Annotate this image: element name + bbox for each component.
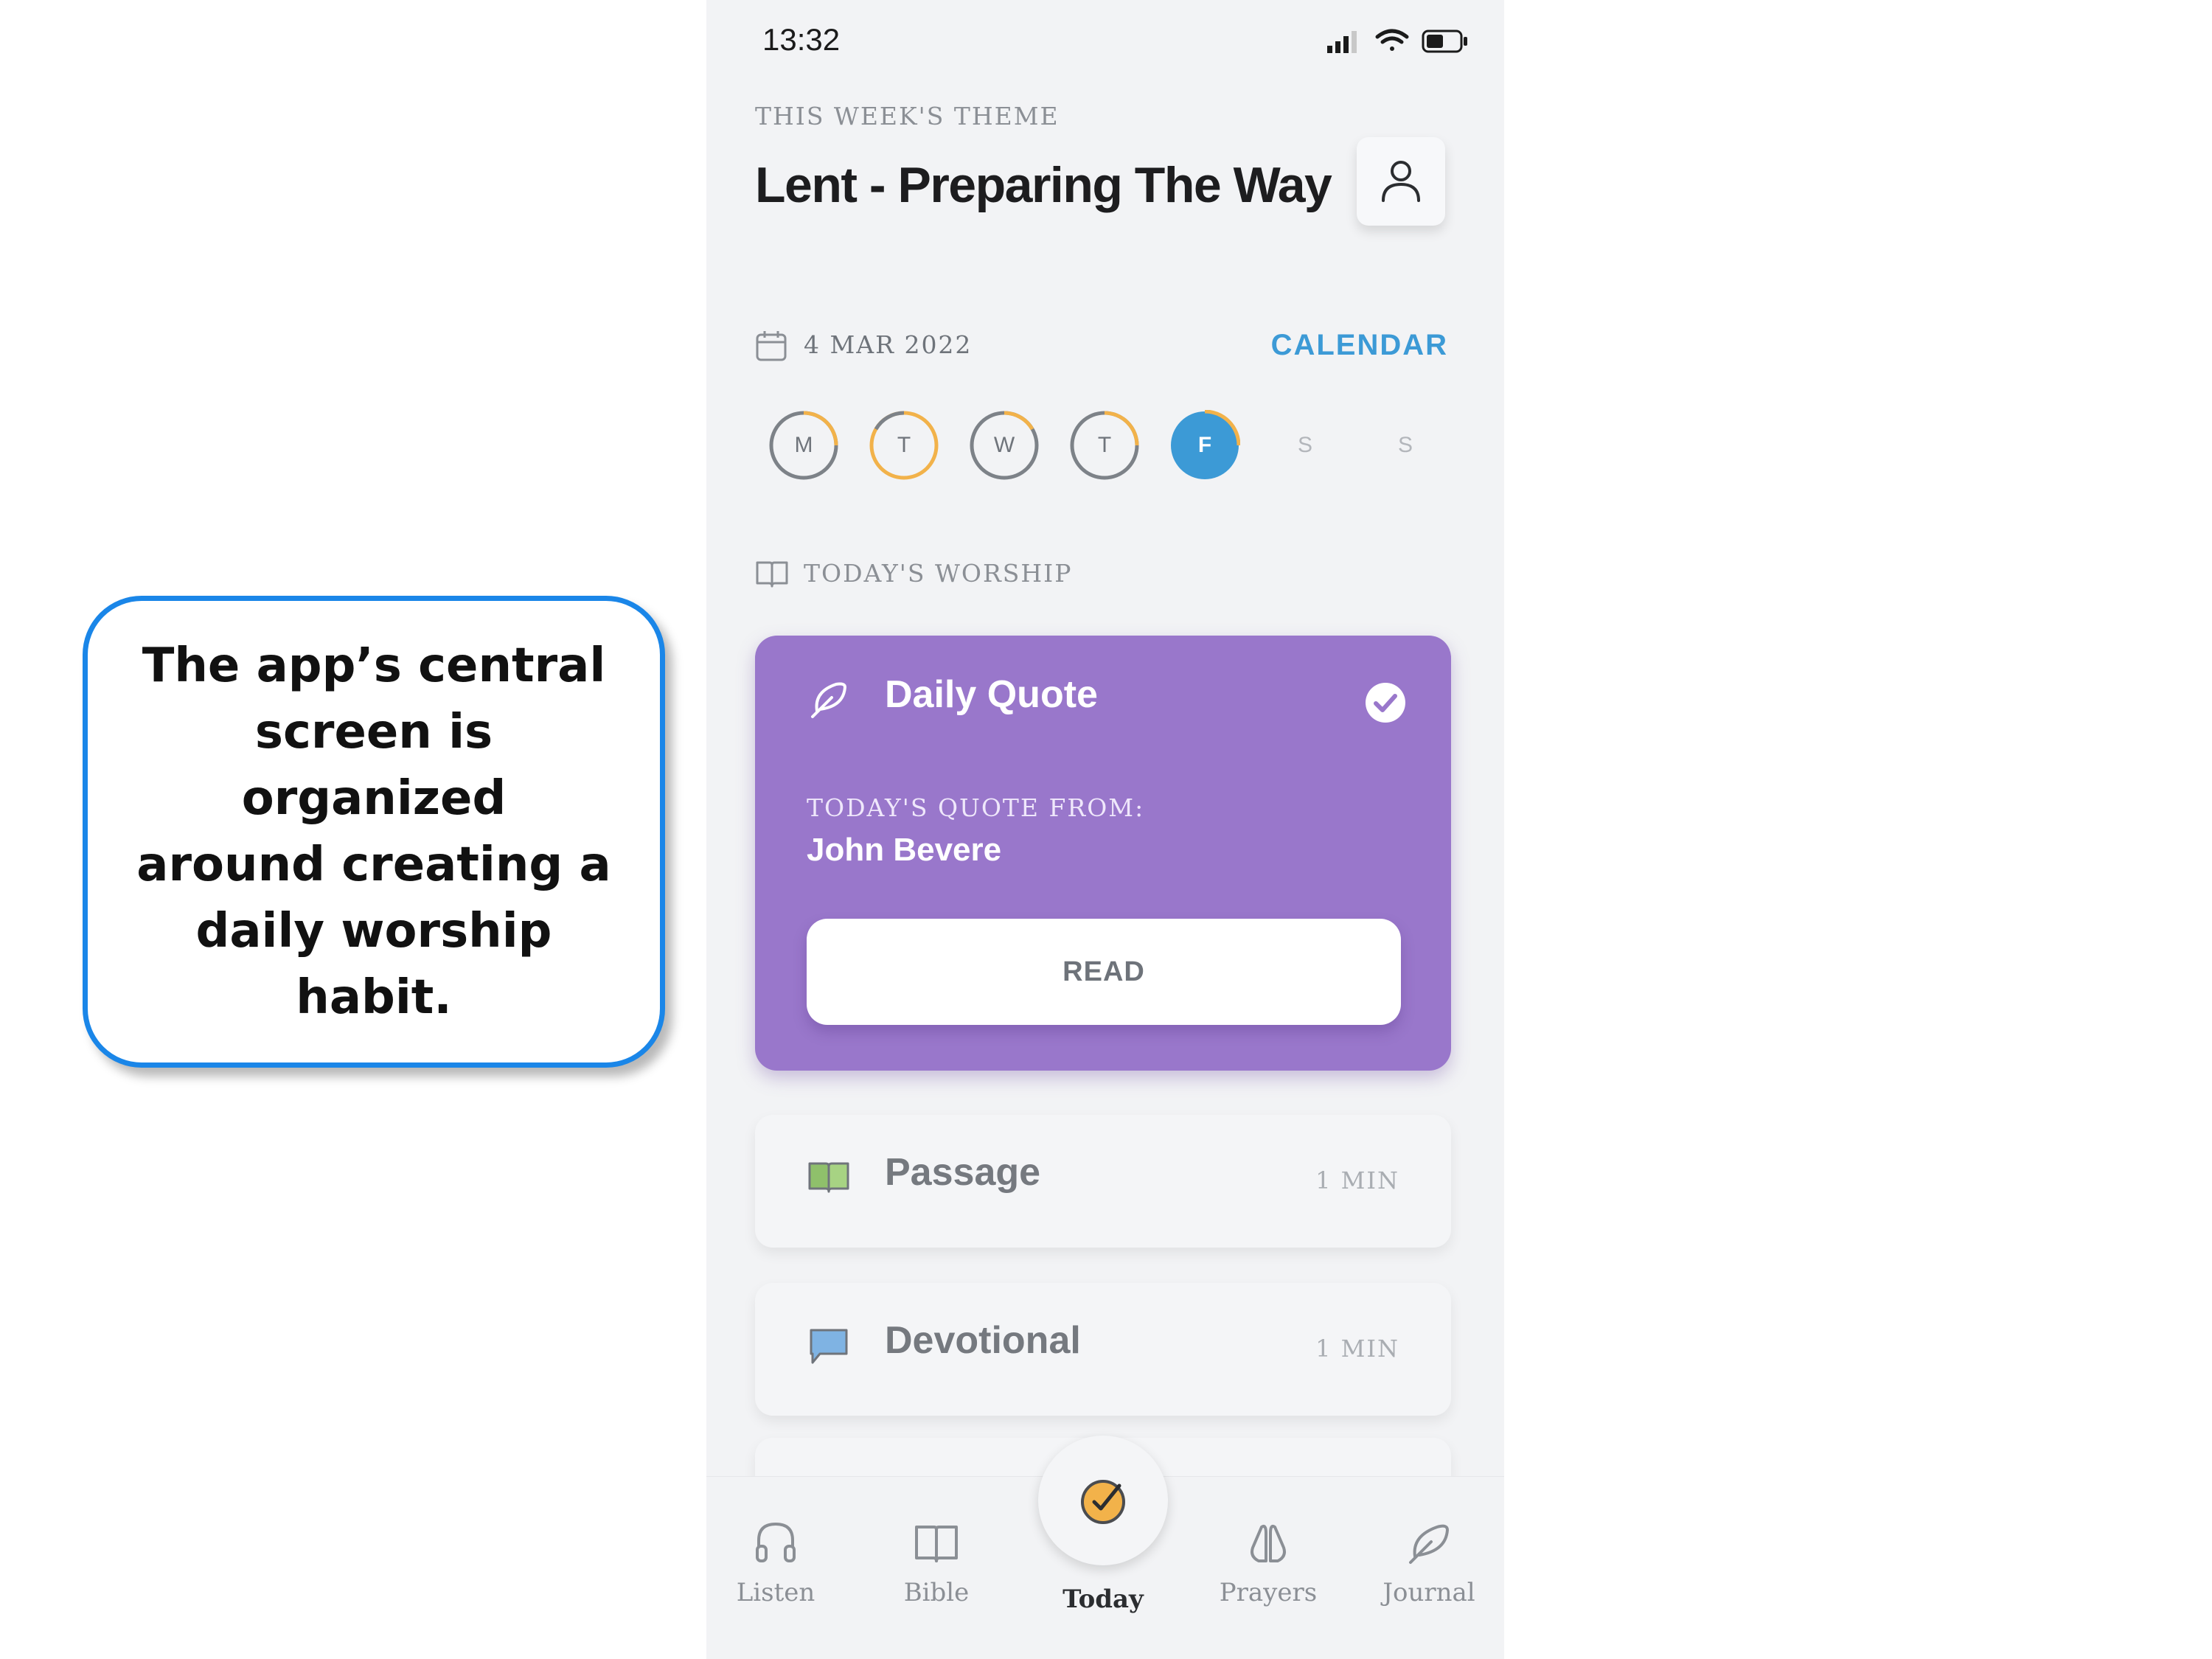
completed-check-icon [1366,683,1405,723]
tab-journal[interactable]: Journal [1363,1518,1495,1607]
signal-icon [1327,31,1357,53]
phone-screen: 13:32 THIS WEEK'S THEME Lent - Preparing… [706,0,1504,1659]
tab-today-label-wrap: Today [1037,1577,1169,1614]
item-duration: 1 MIN [1315,1335,1399,1363]
book-icon [915,1526,958,1562]
callout-line: screen is organized [241,705,507,826]
section-label: TODAY'S WORSHIP [804,559,1073,588]
callout-line: The app’s central [142,639,606,693]
user-icon [1382,161,1420,202]
tab-listen[interactable]: Listen [709,1518,842,1607]
status-time: 13:32 [762,22,841,57]
item-title: Devotional [885,1319,1081,1362]
callout-line: around creating a [136,838,611,892]
card-title: Daily Quote [885,673,1098,716]
tab-label: Prayers [1219,1578,1318,1607]
tab-label: Bible [903,1578,970,1607]
feather-icon [1409,1524,1449,1564]
day-label: S [1297,433,1312,457]
battery-icon [1422,29,1467,53]
day-monday[interactable]: M [768,410,839,481]
book-outline-icon [756,561,788,588]
day-label: T [897,433,911,457]
daily-quote-card[interactable]: Daily Quote TODAY'S QUOTE FROM: John Bev… [755,636,1451,1071]
annotation-callout: The app’s central screen is organized ar… [83,596,665,1068]
praying-hands-icon [1251,1525,1286,1562]
day-label: S [1397,433,1413,457]
calendar-icon [756,331,787,361]
current-date: 4 MAR 2022 [804,330,973,359]
day-sunday[interactable]: S [1370,410,1441,481]
callout-line: daily worship habit. [195,904,552,1025]
devotional-card[interactable]: Devotional 1 MIN [755,1283,1451,1416]
speech-bubble-icon [810,1329,848,1364]
wifi-icon [1375,29,1409,51]
headphones-icon [756,1522,796,1562]
check-circle-icon [1081,1480,1125,1524]
date-row: 4 MAR 2022 CALENDAR [755,329,1448,363]
tab-label: Listen [736,1578,815,1607]
day-label: M [794,433,813,457]
day-label: W [993,433,1015,457]
day-wednesday[interactable]: W [969,410,1040,481]
theme-eyebrow: THIS WEEK'S THEME [755,102,1060,131]
day-label: F [1197,433,1212,457]
bottom-tab-bar: Listen Bible Today Prayers Journal [706,1436,1504,1659]
day-tuesday[interactable]: T [869,410,939,481]
read-button[interactable]: READ [807,919,1401,1025]
open-book-icon [808,1162,849,1193]
tab-prayers[interactable]: Prayers [1202,1518,1335,1607]
item-duration: 1 MIN [1315,1166,1399,1194]
callout-text: The app’s central screen is organized ar… [131,633,617,1031]
tab-today[interactable] [1038,1436,1168,1565]
day-friday-selected[interactable]: F [1169,410,1240,481]
calendar-link[interactable]: CALENDAR [1271,329,1448,362]
tab-bible[interactable]: Bible [870,1518,1003,1607]
tab-label: Today [1062,1585,1144,1614]
quote-source-label: TODAY'S QUOTE FROM: [807,793,1145,822]
tab-label: Journal [1382,1578,1475,1607]
item-title: Passage [885,1151,1041,1194]
profile-button[interactable] [1357,137,1445,226]
day-saturday[interactable]: S [1270,410,1340,481]
quote-author: John Bevere [807,832,1002,868]
day-label: T [1097,433,1112,457]
page-title: Lent - Preparing The Way [755,157,1332,213]
feather-icon [811,682,846,718]
day-thursday[interactable]: T [1069,410,1140,481]
status-icons [1327,29,1467,53]
passage-card[interactable]: Passage 1 MIN [755,1115,1451,1248]
